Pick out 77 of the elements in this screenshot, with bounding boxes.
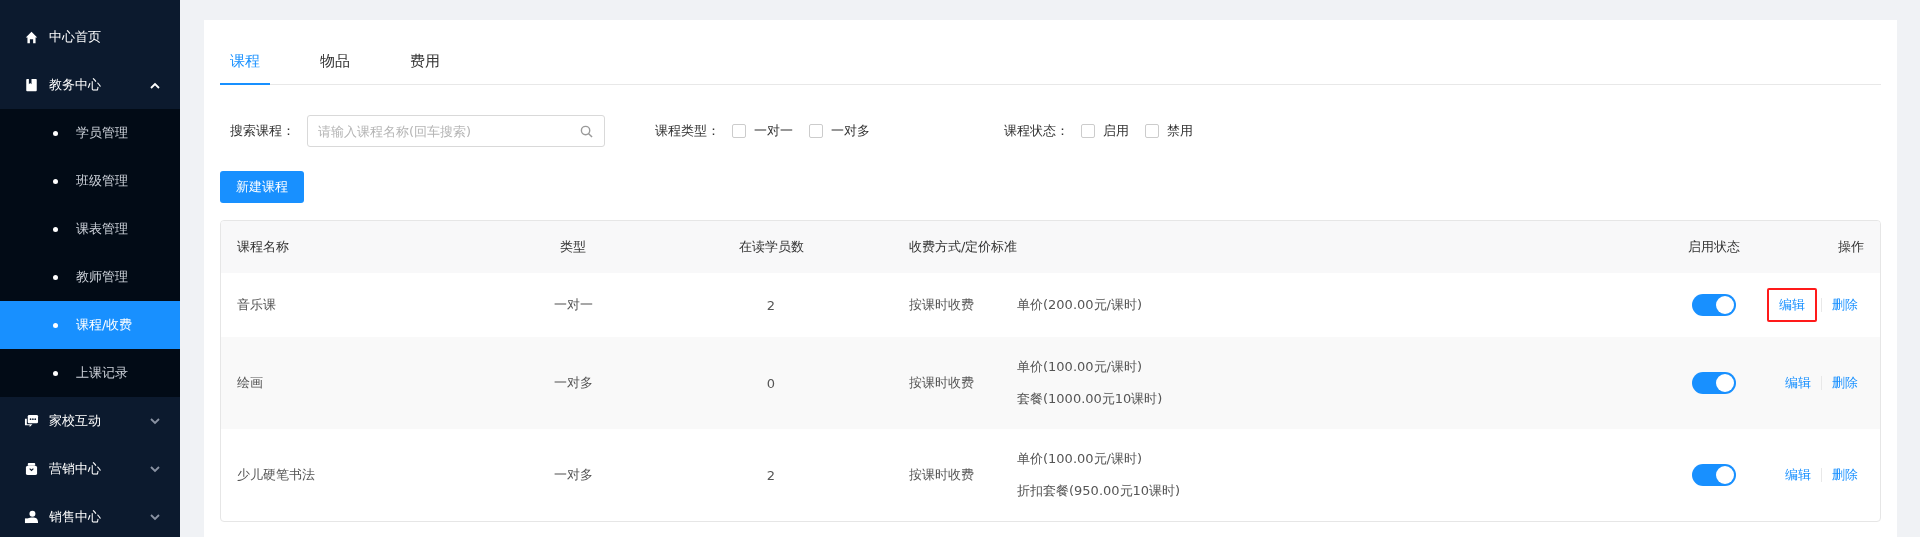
table-cell-text: 按课时收费 xyxy=(909,466,975,484)
home-icon xyxy=(25,30,38,44)
submenu-label: 课表管理 xyxy=(76,220,128,238)
bullet-icon xyxy=(53,226,58,232)
bullet-icon xyxy=(53,322,58,328)
table-cell-text: 按课时收费 xyxy=(909,374,975,392)
table-cell-text: 一对多 xyxy=(552,374,594,392)
person-icon xyxy=(24,510,39,524)
table-cell-text: 按课时收费 xyxy=(909,296,975,314)
bullet-icon xyxy=(53,178,58,184)
table-cell-text: 一对多 xyxy=(552,466,594,484)
search-field[interactable]: 请输入课程名称(回车搜索) xyxy=(307,115,605,147)
price-text: 单价(200.00元/课时) xyxy=(1017,296,1142,314)
chevron-up-icon xyxy=(150,81,160,89)
submenu-item[interactable]: 班级管理 xyxy=(0,157,180,205)
checkbox-label: 启用 xyxy=(1103,122,1129,140)
nav-label: 营销中心 xyxy=(49,460,102,478)
column-header: 收费方式/定价标准 xyxy=(909,238,1019,256)
table-cell-text: 音乐课 xyxy=(237,296,277,314)
type-label: 课程类型： xyxy=(655,122,720,140)
column-header: 在读学员数 xyxy=(737,238,805,256)
nav-item[interactable]: 中心首页 xyxy=(0,13,180,61)
table-cell-text: 0 xyxy=(765,375,777,391)
table-cell-text: 2 xyxy=(765,467,777,483)
status-label: 课程状态： xyxy=(1004,122,1069,140)
submenu-label: 学员管理 xyxy=(76,124,128,142)
checkbox-label: 禁用 xyxy=(1167,122,1193,140)
submenu-label: 上课记录 xyxy=(76,364,128,382)
column-header: 启用状态 xyxy=(1687,238,1741,256)
nav-item[interactable]: 家校互动 xyxy=(0,397,180,445)
nav-label: 中心首页 xyxy=(49,28,102,46)
checkbox-label: 一对一 xyxy=(754,122,793,140)
chat-icon xyxy=(24,414,39,428)
bag-icon xyxy=(25,462,38,476)
checkbox[interactable]: 一对一 xyxy=(732,122,793,140)
toggle-switch[interactable] xyxy=(1692,294,1736,316)
price-text: 单价(100.00元/课时) xyxy=(1017,450,1143,468)
submenu-label: 班级管理 xyxy=(76,172,128,190)
column-header: 类型 xyxy=(559,238,587,256)
chevron-down-icon xyxy=(150,513,160,521)
search-label: 搜索课程： xyxy=(230,122,295,140)
price-text: 折扣套餐(950.00元10课时) xyxy=(1017,482,1181,500)
nav-label: 销售中心 xyxy=(49,508,102,526)
submenu-item[interactable]: 教师管理 xyxy=(0,253,180,301)
nav-label: 家校互动 xyxy=(49,412,102,430)
table-cell-text: 一对一 xyxy=(552,296,594,314)
price-text: 单价(100.00元/课时) xyxy=(1017,358,1143,376)
tab[interactable]: 费用 xyxy=(400,42,450,85)
bullet-icon xyxy=(53,130,58,136)
nav-item[interactable]: 教务中心 xyxy=(0,61,180,109)
table-cell-text: 少儿硬笔书法 xyxy=(237,466,316,484)
chevron-down-icon xyxy=(150,417,160,425)
checkbox[interactable]: 一对多 xyxy=(809,122,870,140)
column-header: 操作 xyxy=(1837,238,1864,256)
book-icon xyxy=(25,78,38,92)
chevron-down-icon xyxy=(150,465,160,473)
table-cell-text: 绘画 xyxy=(237,374,264,392)
submenu-item[interactable]: 课表管理 xyxy=(0,205,180,253)
nav-item[interactable]: 营销中心 xyxy=(0,445,180,493)
column-header: 课程名称 xyxy=(237,238,290,256)
checkbox[interactable]: 禁用 xyxy=(1145,122,1193,140)
toggle-switch[interactable] xyxy=(1692,372,1736,394)
submenu-label: 课程/收费 xyxy=(76,316,133,334)
search-icon xyxy=(580,125,593,138)
submenu-label: 教师管理 xyxy=(76,268,128,286)
submenu-item[interactable]: 上课记录 xyxy=(0,349,180,397)
nav-item[interactable]: 销售中心 xyxy=(0,493,180,537)
checkbox-label: 一对多 xyxy=(831,122,870,140)
checkbox[interactable]: 启用 xyxy=(1081,122,1129,140)
bullet-icon xyxy=(53,274,58,280)
toggle-switch[interactable] xyxy=(1692,464,1736,486)
nav-label: 教务中心 xyxy=(49,76,102,94)
price-text: 套餐(1000.00元10课时) xyxy=(1017,390,1163,408)
tab[interactable]: 物品 xyxy=(310,42,360,85)
submenu-item[interactable]: 学员管理 xyxy=(0,109,180,157)
bullet-icon xyxy=(53,370,58,376)
table-cell-text: 2 xyxy=(765,297,777,313)
